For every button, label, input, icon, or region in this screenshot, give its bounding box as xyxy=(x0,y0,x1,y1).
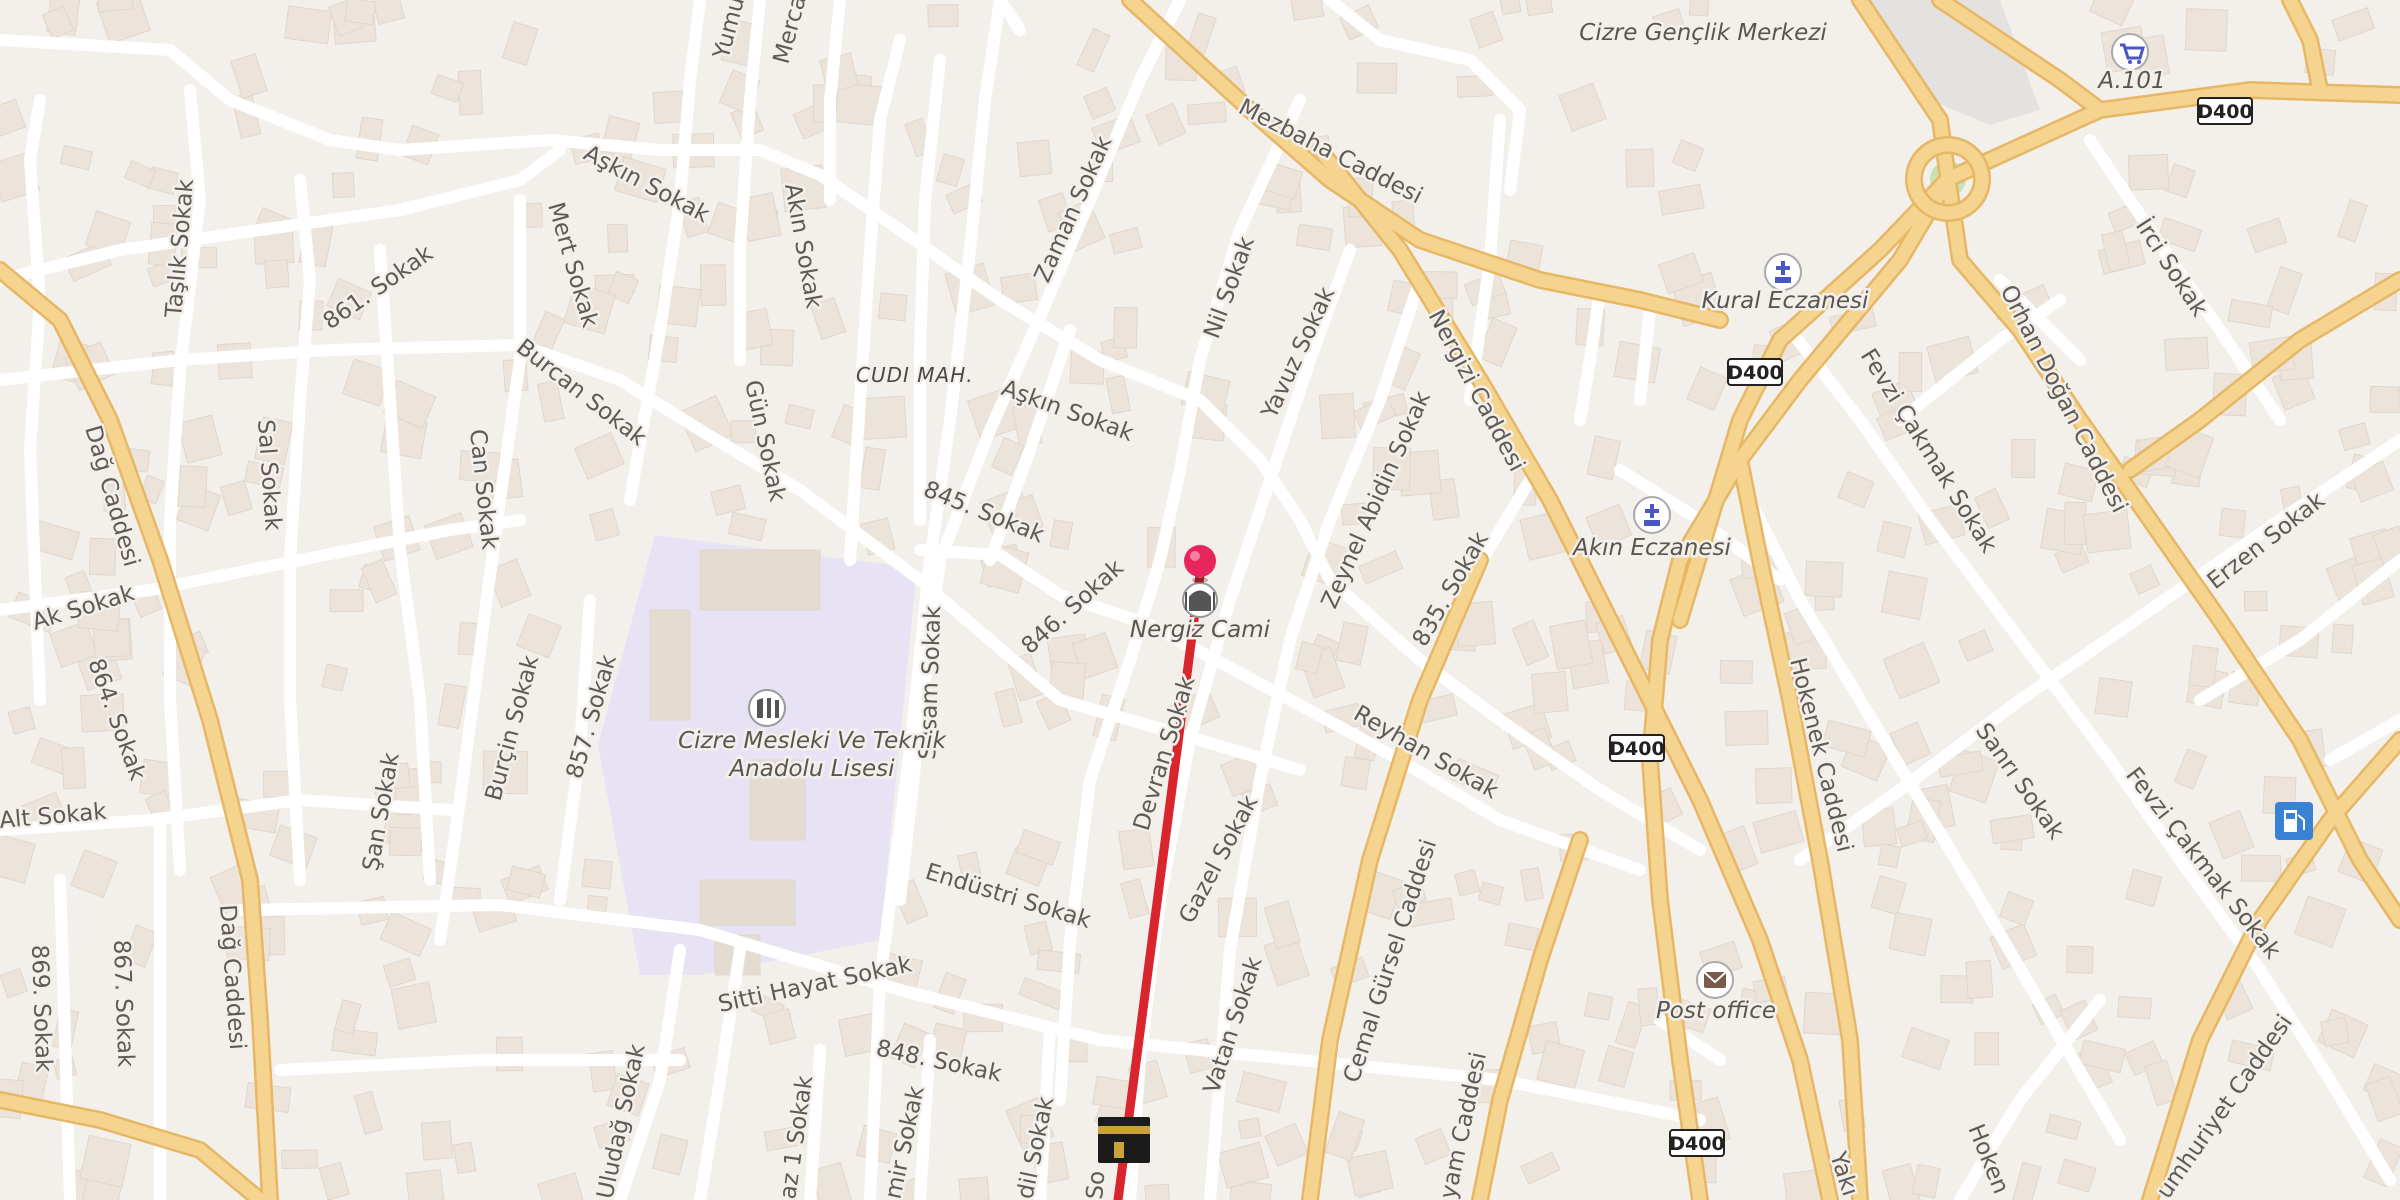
building xyxy=(1016,139,1053,178)
building xyxy=(1965,959,1994,1000)
poi-label: Cizre Mesleki Ve Teknik xyxy=(678,728,947,754)
street-label: 869. Sokak xyxy=(26,944,56,1073)
building xyxy=(2331,623,2355,655)
building xyxy=(581,858,614,890)
building xyxy=(927,3,959,28)
building xyxy=(264,259,290,289)
building xyxy=(2184,8,2229,52)
building xyxy=(1186,101,1227,126)
building xyxy=(405,1169,445,1200)
building xyxy=(2063,501,2087,546)
building xyxy=(2094,677,2133,718)
building xyxy=(1974,1032,2000,1066)
road-shield-d400: D400 xyxy=(1727,358,1783,386)
building xyxy=(1049,519,1074,550)
building xyxy=(2188,644,2219,689)
pin-marker-icon xyxy=(1184,545,1216,577)
poi-label: Nergiz Cami xyxy=(1130,617,1271,643)
building xyxy=(2117,995,2152,1020)
school-building xyxy=(699,549,821,611)
building xyxy=(607,223,629,253)
building xyxy=(60,746,87,790)
building xyxy=(860,395,908,440)
building xyxy=(2127,153,2170,191)
building xyxy=(263,770,292,798)
building xyxy=(79,1134,132,1188)
poi-fuel-station[interactable] xyxy=(2275,802,2313,840)
building xyxy=(1113,306,1138,349)
building xyxy=(1583,992,1614,1021)
building xyxy=(1688,0,1710,17)
building xyxy=(1144,1183,1171,1200)
building xyxy=(1804,560,1844,598)
building xyxy=(2369,385,2400,414)
building xyxy=(2243,590,2268,612)
building xyxy=(1318,392,1357,440)
building xyxy=(2011,438,2036,479)
street-label: 867. Sokak xyxy=(108,939,138,1068)
svg-text:D400: D400 xyxy=(2197,101,2252,123)
area-label: CUDI MAH. xyxy=(856,363,974,387)
poi-label: A.101 xyxy=(2096,68,2165,94)
poi-genclik-merkezi[interactable]: Cizre Gençlik Merkezi xyxy=(1577,18,1830,49)
building xyxy=(1530,670,1569,715)
building xyxy=(1548,619,1594,671)
map-view[interactable]: CUDI MAH. Mezbaha Caddesi Aşkın Sokak Aş… xyxy=(0,0,2400,1200)
school-building xyxy=(649,609,691,721)
building xyxy=(1877,843,1902,869)
building xyxy=(388,826,423,857)
building xyxy=(331,1027,379,1057)
building xyxy=(1118,827,1155,871)
building xyxy=(283,5,333,45)
building xyxy=(457,69,484,116)
road-shield-d400: D400 xyxy=(2197,97,2253,125)
building xyxy=(958,1176,990,1200)
building xyxy=(2066,945,2094,974)
building xyxy=(1356,62,1398,94)
building xyxy=(390,981,438,1030)
building xyxy=(2082,509,2132,554)
building xyxy=(1346,1149,1394,1197)
building xyxy=(329,589,364,613)
kaaba-marker[interactable] xyxy=(1098,1117,1150,1163)
road-shield-d400: D400 xyxy=(1609,734,1665,762)
building xyxy=(2218,507,2247,539)
building xyxy=(177,464,208,509)
building xyxy=(1754,767,1793,805)
svg-text:D400: D400 xyxy=(1609,738,1664,760)
building xyxy=(344,0,377,26)
building xyxy=(1719,659,1753,685)
building xyxy=(1888,911,1933,957)
map-canvas[interactable]: CUDI MAH. Mezbaha Caddesi Aşkın Sokak Aş… xyxy=(0,0,2400,1200)
building xyxy=(877,292,908,322)
building xyxy=(420,1120,454,1161)
building xyxy=(1340,755,1372,791)
building xyxy=(1295,223,1334,252)
building xyxy=(1724,710,1769,746)
poi-label: Cizre Gençlik Merkezi xyxy=(1579,20,1827,46)
building xyxy=(1880,570,1928,621)
poi-label: Post office xyxy=(1656,998,1776,1024)
building xyxy=(1498,0,1522,16)
svg-text:D400: D400 xyxy=(1669,1133,1724,1155)
building xyxy=(652,90,685,124)
building xyxy=(281,1149,318,1170)
building xyxy=(2320,1016,2350,1048)
building xyxy=(88,537,117,576)
street-label: So xyxy=(1082,1170,1110,1200)
building xyxy=(2240,854,2282,882)
svg-text:D400: D400 xyxy=(1727,362,1782,384)
poi-label: Anadolu Lisesi xyxy=(727,756,895,782)
building xyxy=(331,171,355,199)
building xyxy=(1625,148,1655,188)
school-building xyxy=(699,879,796,926)
poi-label: Kural Eczanesi xyxy=(1702,288,1869,314)
building xyxy=(699,264,727,307)
poi-label: Akın Eczanesi xyxy=(1571,535,1731,561)
building xyxy=(1237,1117,1262,1140)
building xyxy=(253,230,295,265)
road-shield-d400: D400 xyxy=(1669,1129,1725,1157)
building xyxy=(2163,336,2210,372)
